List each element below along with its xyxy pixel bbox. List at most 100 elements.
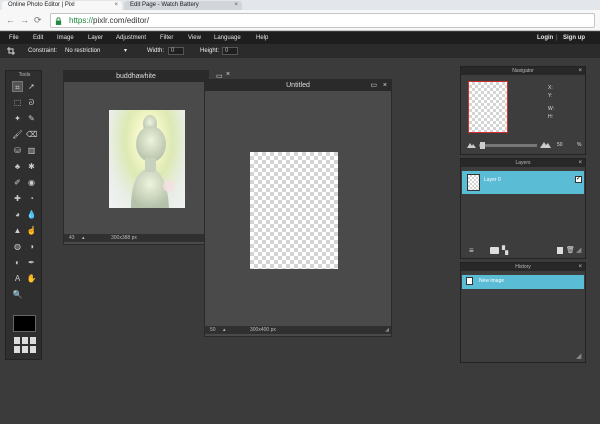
layers-title: Layers (461, 159, 585, 167)
menu-file[interactable]: File (9, 34, 19, 42)
color-swatch[interactable] (13, 315, 36, 332)
url-input[interactable]: https://pixlr.com/editor/ (50, 13, 595, 28)
dodge-icon[interactable]: ◑ (26, 241, 37, 252)
view-mode-grid-icon[interactable] (14, 337, 36, 353)
signup-link[interactable]: Sign up (563, 34, 585, 42)
resize-handle-icon[interactable]: ◢ (385, 326, 389, 334)
tab-close-icon[interactable]: × (114, 1, 118, 10)
forward-icon[interactable]: → (20, 15, 29, 25)
navigator-zoom-value[interactable]: 50 (557, 142, 563, 148)
lasso-icon[interactable]: ᘐ (26, 97, 37, 108)
menu-layer[interactable]: Layer (88, 34, 103, 42)
tools-title: Tools (18, 72, 31, 78)
close-window-icon[interactable]: × (383, 80, 387, 91)
resize-handle-icon[interactable]: ◢ (576, 246, 581, 254)
zoom-out-mountain-icon[interactable] (467, 142, 476, 148)
layers-panel: Layers × Layer 0 ✓ ≡ ▚ 🗑 ◢ (460, 158, 586, 259)
blur-icon[interactable]: 💧 (26, 209, 37, 220)
layer-mask-icon[interactable] (490, 247, 499, 254)
reload-icon[interactable]: ⟳ (34, 15, 42, 25)
crop-icon[interactable]: ⌗ (12, 81, 23, 92)
width-field[interactable]: 0 (168, 47, 184, 55)
history-item[interactable]: New image (462, 275, 584, 289)
menu-view[interactable]: View (188, 34, 201, 42)
menu-filter[interactable]: Filter (160, 34, 173, 42)
zoom-icon[interactable]: 🔍 (12, 289, 23, 300)
gradient-icon[interactable]: ▥ (26, 145, 37, 156)
document-title[interactable]: buddhawhite (64, 71, 208, 82)
url-text: https://pixlr.com/editor/ (69, 16, 150, 25)
new-layer-icon[interactable] (557, 247, 563, 254)
layer-name[interactable]: Layer 0 (484, 177, 501, 183)
bloat-icon[interactable]: ◔ (26, 193, 37, 204)
color-replace-icon[interactable]: ✱ (26, 161, 37, 172)
history-item-label: New image (479, 278, 505, 284)
clone-icon[interactable]: ♣ (12, 161, 23, 172)
menu-image[interactable]: Image (57, 34, 74, 42)
bucket-icon[interactable]: ⛁ (12, 145, 23, 156)
constraint-select[interactable]: No restriction ▾ (62, 47, 130, 55)
new-image-icon (466, 277, 473, 285)
resize-handle-icon[interactable]: ◢ (576, 352, 581, 360)
layer-thumbnail (467, 174, 480, 191)
menu-help[interactable]: Help (256, 34, 268, 42)
lock-icon (55, 17, 62, 25)
nav-x-label: X: (548, 85, 553, 91)
layer-styles-icon[interactable]: ▚ (502, 246, 508, 255)
marquee-icon[interactable]: ⬚ (12, 97, 23, 108)
delete-layer-icon[interactable]: 🗑 (566, 246, 575, 254)
width-label: Width: (147, 48, 165, 54)
pencil-icon[interactable]: ✎ (26, 113, 37, 124)
type-icon[interactable]: A (12, 273, 23, 284)
browser-tab-edit-page[interactable]: Edit Page - Watch Battery × (124, 1, 242, 10)
close-icon[interactable]: × (578, 159, 582, 167)
history-title: History (461, 263, 585, 271)
smudge-icon[interactable]: ☝ (26, 225, 37, 236)
zoom-in-mountain-icon[interactable] (540, 141, 551, 148)
document-status-bar: 43 ▴ 300x388 px (64, 234, 208, 242)
eyedropper-icon[interactable]: ✒ (26, 257, 37, 268)
burn-icon[interactable]: ◐ (12, 257, 23, 268)
document-title[interactable]: Untitled ▭ × (205, 80, 391, 91)
layer-visibility-checkbox[interactable]: ✓ (575, 176, 582, 183)
tab-label: Online Photo Editor | Pixl (8, 2, 75, 8)
tab-close-icon[interactable]: × (234, 1, 238, 10)
restore-window-icon[interactable]: ▭ (370, 80, 377, 91)
zoom-stepper-icon[interactable]: ▴ (82, 234, 85, 242)
menu-adjustment[interactable]: Adjustment (116, 34, 146, 42)
navigator-zoom-slider[interactable] (479, 142, 537, 149)
move-icon[interactable]: ➚ (26, 81, 37, 92)
brush-icon[interactable]: 🖌 (12, 129, 23, 140)
wand-icon[interactable]: ✦ (12, 113, 23, 124)
zoom-stepper-icon[interactable]: ▴ (223, 326, 226, 334)
nav-w-label: W: (548, 106, 555, 112)
eraser-icon[interactable]: ⌫ (26, 129, 37, 140)
close-icon[interactable]: × (578, 263, 582, 271)
zoom-value[interactable]: 50 (210, 326, 216, 334)
sponge-icon[interactable]: ◍ (12, 241, 23, 252)
browser-tab-pixlr[interactable]: Online Photo Editor | Pixl × (2, 1, 122, 10)
constraint-label: Constraint: (28, 48, 58, 54)
back-icon[interactable]: ← (6, 15, 15, 25)
transparent-canvas[interactable] (250, 152, 338, 269)
nav-y-label: Y: (548, 93, 553, 99)
menu-language[interactable]: Language (214, 34, 241, 42)
document-window-buddhawhite: buddhawhite 43 ▴ 300x388 px (63, 70, 209, 245)
login-link[interactable]: Login (537, 34, 553, 42)
drawing-icon[interactable]: ✐ (12, 177, 23, 188)
close-window-icon[interactable]: × (226, 71, 230, 78)
hand-icon[interactable]: ✋ (26, 273, 37, 284)
tools-panel: Tools ⌗ ➚ ⬚ ᘐ ✦ ✎ 🖌 ⌫ ⛁ ▥ ♣ ✱ ✐ ◉ ✚ ◔ ◕ 💧 ▲ ☝ ◍ ◑ ◐ ✒ A ✋ 🔍 (5, 70, 42, 360)
pinch-icon[interactable]: ◕ (12, 209, 23, 220)
slider-handle[interactable] (480, 142, 485, 149)
menu-edit[interactable]: Edit (33, 34, 43, 42)
layer-row[interactable]: Layer 0 ✓ (462, 171, 584, 194)
spot-heal-icon[interactable]: ✚ (12, 193, 23, 204)
red-eye-icon[interactable]: ◉ (26, 177, 37, 188)
sharpen-icon[interactable]: ▲ (12, 225, 23, 236)
zoom-value[interactable]: 43 (69, 234, 75, 242)
navigator-preview[interactable] (468, 81, 508, 133)
layer-settings-icon[interactable]: ≡ (469, 246, 474, 255)
close-icon[interactable]: × (578, 67, 582, 75)
height-field[interactable]: 0 (222, 47, 238, 55)
